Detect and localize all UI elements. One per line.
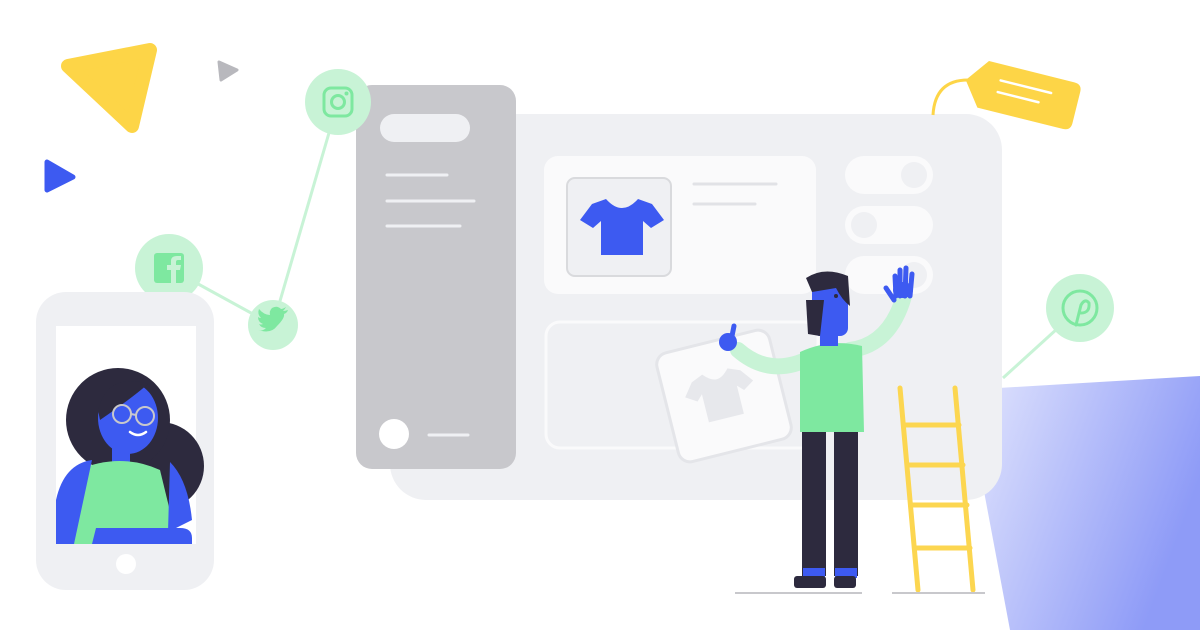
twitter-bubble[interactable]	[248, 300, 298, 350]
yellow-triangle	[61, 43, 157, 133]
sidebar-header-pill	[380, 114, 470, 142]
man-shirt	[800, 343, 864, 432]
facebook-bubble[interactable]	[135, 234, 203, 302]
instagram-bubble[interactable]	[305, 69, 371, 135]
sidebar-avatar	[379, 419, 409, 449]
blue-triangle	[44, 159, 76, 193]
toggle-group	[845, 156, 933, 294]
grey-triangle	[217, 60, 239, 82]
ecommerce-illustration	[36, 43, 1200, 630]
sidebar-panel	[356, 85, 516, 469]
pinterest-bubble[interactable]	[1046, 274, 1114, 342]
phone-home-button[interactable]	[116, 554, 136, 574]
toggle-knob	[851, 212, 877, 238]
toggle-knob	[901, 162, 927, 188]
